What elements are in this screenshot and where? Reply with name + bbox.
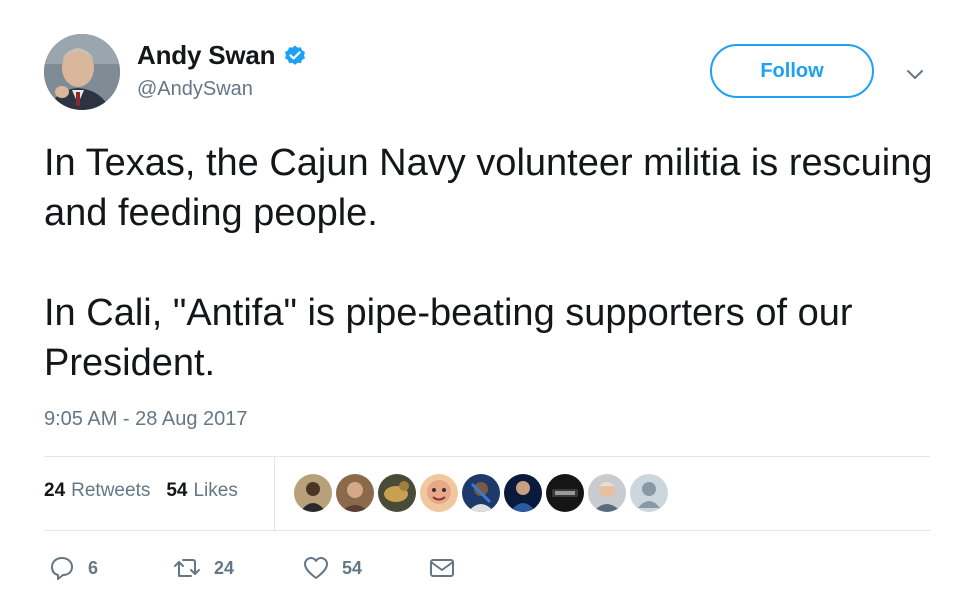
retweet-icon <box>174 559 200 577</box>
tweet-card: Andy Swan @AndySwan Follow In Texas, the… <box>0 0 980 607</box>
liker-avatars <box>294 474 668 512</box>
divider <box>44 530 930 531</box>
divider <box>44 456 930 457</box>
author-handle[interactable]: @AndySwan <box>137 78 253 101</box>
heart-icon <box>304 557 328 579</box>
liker-avatar[interactable] <box>336 474 374 512</box>
reply-button[interactable]: 6 <box>48 554 98 582</box>
likes-label: Likes <box>193 480 238 501</box>
direct-message-button[interactable] <box>428 554 456 582</box>
retweets-label: Retweets <box>71 480 151 501</box>
retweets-count: 24 <box>44 480 66 501</box>
author-display-name[interactable]: Andy Swan <box>137 40 276 71</box>
liker-avatar[interactable] <box>588 474 626 512</box>
reply-icon <box>51 557 73 580</box>
chevron-down-icon[interactable] <box>903 62 927 86</box>
liker-avatar[interactable] <box>462 474 500 512</box>
like-count: 54 <box>342 557 363 578</box>
follow-button[interactable]: Follow <box>710 44 874 98</box>
verified-badge-icon <box>283 44 307 68</box>
liker-avatar-default[interactable] <box>630 474 668 512</box>
liker-avatar[interactable] <box>378 474 416 512</box>
tweet-text: In Texas, the Cajun Navy volunteer milit… <box>44 138 944 388</box>
liker-avatar[interactable] <box>294 474 332 512</box>
likes-count: 54 <box>166 480 188 501</box>
avatar-photo <box>44 34 120 110</box>
tweet-paragraph: In Cali, "Antifa" is pipe-beating suppor… <box>44 292 853 384</box>
retweets-stat[interactable]: 24 Retweets <box>44 480 150 502</box>
stats-separator <box>274 457 275 530</box>
author-avatar[interactable] <box>44 34 120 110</box>
liker-avatar[interactable] <box>504 474 542 512</box>
tweet-timestamp[interactable]: 9:05 AM - 28 Aug 2017 <box>44 408 248 431</box>
tweet-stats: 24 Retweets 54 Likes <box>44 480 238 502</box>
likes-stat[interactable]: 54 Likes <box>166 480 238 502</box>
retweet-button[interactable]: 24 <box>172 554 234 582</box>
author-name-row: Andy Swan <box>137 40 307 71</box>
liker-avatar[interactable] <box>546 474 584 512</box>
reply-count: 6 <box>88 557 99 578</box>
liker-avatar[interactable] <box>420 474 458 512</box>
retweet-count: 24 <box>214 557 235 578</box>
tweet-paragraph: In Texas, the Cajun Navy volunteer milit… <box>44 142 933 234</box>
envelope-icon <box>430 559 454 577</box>
like-button[interactable]: 54 <box>302 554 362 582</box>
